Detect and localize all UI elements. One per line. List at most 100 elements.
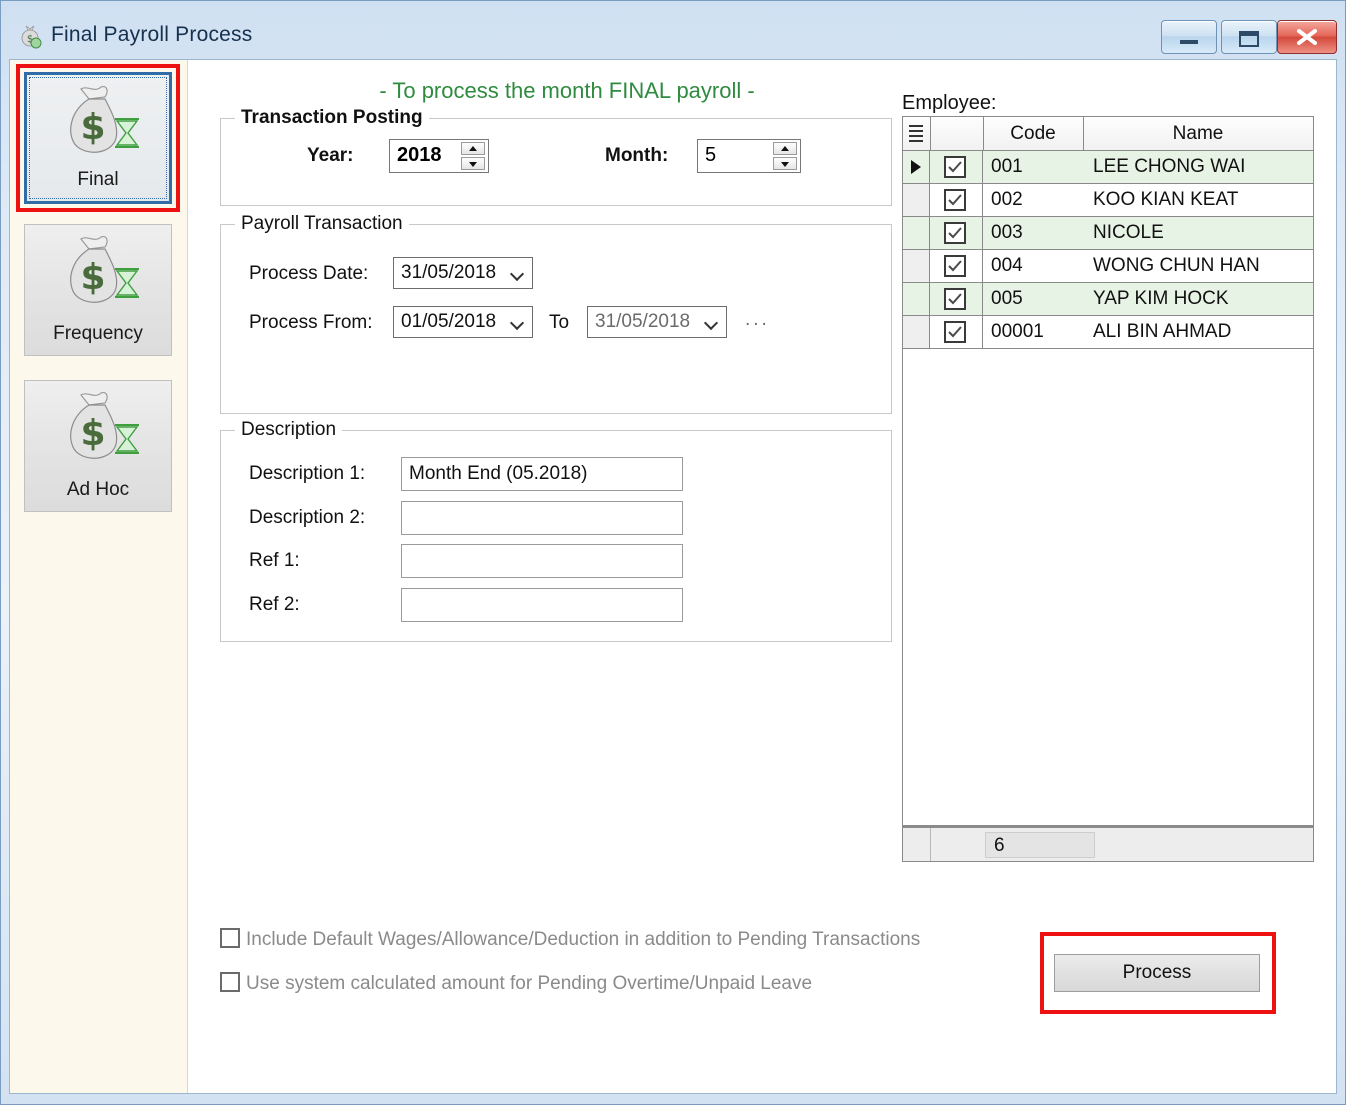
table-row[interactable]: 002 KOO KIAN KEAT <box>903 184 1313 217</box>
row-checkbox[interactable] <box>944 321 966 343</box>
cell-code: 003 <box>991 222 1023 244</box>
option-label: Include Default Wages/Allowance/Deductio… <box>246 929 920 950</box>
row-checkbox[interactable] <box>944 255 966 277</box>
option-checkbox[interactable] <box>220 972 240 992</box>
process-to-combo[interactable]: 31/05/2018 <box>587 306 727 338</box>
column-header-code[interactable]: Code <box>983 123 1083 145</box>
row-checkbox[interactable] <box>944 222 966 244</box>
employee-count-value: 6 <box>994 835 1005 857</box>
more-options-button[interactable]: ... <box>745 309 770 331</box>
transaction-posting-title: Transaction Posting <box>235 107 429 129</box>
year-value: 2018 <box>397 144 442 167</box>
column-chooser-icon[interactable] <box>909 125 925 143</box>
ref-1-input[interactable] <box>401 544 683 578</box>
row-select-cell[interactable] <box>930 217 983 249</box>
sidebar-item-label: Frequency <box>25 323 171 345</box>
year-increment-button[interactable] <box>461 142 485 155</box>
chevron-down-icon <box>512 318 524 326</box>
table-row[interactable]: 005 YAP KIM HOCK <box>903 283 1313 316</box>
row-indicator <box>903 184 930 216</box>
to-label: To <box>549 312 569 334</box>
row-select-cell[interactable] <box>930 151 983 183</box>
process-to-value: 31/05/2018 <box>595 311 690 333</box>
table-row[interactable]: 003 NICOLE <box>903 217 1313 250</box>
process-date-value: 31/05/2018 <box>401 262 496 284</box>
payroll-transaction-group: Payroll Transaction Process Date: 31/05/… <box>220 224 892 414</box>
cell-name: LEE CHONG WAI <box>1093 156 1245 178</box>
employee-grid[interactable]: Code Name 001 LEE CHONG WAI <box>902 116 1314 826</box>
process-date-label: Process Date: <box>249 263 368 285</box>
row-indicator <box>903 151 930 183</box>
option-use-system-calculated-amount[interactable]: Use system calculated amount for Pending… <box>220 972 812 995</box>
svg-text:$: $ <box>80 413 105 454</box>
description-group: Description Description 1: Month End (05… <box>220 430 892 642</box>
description-1-label: Description 1: <box>249 463 365 485</box>
cell-name: YAP KIM HOCK <box>1093 288 1229 310</box>
row-indicator <box>903 283 930 315</box>
table-row[interactable]: 004 WONG CHUN HAN <box>903 250 1313 283</box>
sidebar-item-frequency[interactable]: $ Frequency <box>24 224 172 356</box>
row-indicator <box>903 250 930 282</box>
year-label: Year: <box>307 145 353 167</box>
employee-grid-header: Code Name <box>903 117 1313 151</box>
row-select-cell[interactable] <box>930 184 983 216</box>
month-stepper-arrows[interactable] <box>773 142 797 170</box>
description-2-input[interactable] <box>401 501 683 535</box>
ref-2-input[interactable] <box>401 588 683 622</box>
svg-text:$: $ <box>80 257 105 298</box>
maximize-button[interactable] <box>1221 20 1277 54</box>
payroll-transaction-title: Payroll Transaction <box>235 213 409 235</box>
sidebar-item-ad-hoc[interactable]: $ Ad Hoc <box>24 380 172 512</box>
year-stepper[interactable]: 2018 <box>389 139 489 173</box>
row-select-cell[interactable] <box>930 316 983 348</box>
month-value: 5 <box>705 144 716 167</box>
client-area: $ Final $ Fr <box>9 59 1337 1094</box>
sidebar-item-final[interactable]: $ Final <box>24 72 172 204</box>
year-decrement-button[interactable] <box>461 157 485 170</box>
row-checkbox[interactable] <box>944 189 966 211</box>
description-1-value: Month End (05.2018) <box>409 463 588 485</box>
minimize-button[interactable] <box>1161 20 1217 54</box>
process-from-label: Process From: <box>249 312 373 334</box>
table-row[interactable]: 00001 ALI BIN AHMAD <box>903 316 1313 349</box>
column-header-name[interactable]: Name <box>1083 123 1313 145</box>
process-from-value: 01/05/2018 <box>401 311 496 333</box>
process-button[interactable]: Process <box>1054 954 1260 992</box>
process-from-combo[interactable]: 01/05/2018 <box>393 306 533 338</box>
ref-1-label: Ref 1: <box>249 550 300 572</box>
application-window: $ Final Payroll Process <box>0 0 1346 1105</box>
current-row-arrow-icon <box>911 160 921 174</box>
row-checkbox[interactable] <box>944 156 966 178</box>
main-panel: - To process the month FINAL payroll - T… <box>188 60 1336 1093</box>
money-bag-hourglass-icon: $ <box>51 389 145 473</box>
money-bag-icon: $ <box>17 23 43 49</box>
cell-name: KOO KIAN KEAT <box>1093 189 1238 211</box>
process-date-combo[interactable]: 31/05/2018 <box>393 257 533 289</box>
row-select-cell[interactable] <box>930 250 983 282</box>
sidebar: $ Final $ Fr <box>10 60 188 1093</box>
employee-label: Employee: <box>902 92 997 115</box>
ref-2-label: Ref 2: <box>249 594 300 616</box>
cell-name: ALI BIN AHMAD <box>1093 321 1231 343</box>
money-bag-hourglass-icon: $ <box>51 233 145 317</box>
option-include-default-wages[interactable]: Include Default Wages/Allowance/Deductio… <box>220 928 920 951</box>
cell-code: 004 <box>991 255 1023 277</box>
sidebar-item-label: Ad Hoc <box>25 479 171 501</box>
title-bar: $ Final Payroll Process <box>1 1 1345 63</box>
month-stepper[interactable]: 5 <box>697 139 801 173</box>
row-checkbox[interactable] <box>944 288 966 310</box>
row-select-cell[interactable] <box>930 283 983 315</box>
close-button[interactable] <box>1277 20 1337 54</box>
description-1-input[interactable]: Month End (05.2018) <box>401 457 683 491</box>
employee-grid-footer: 6 <box>902 826 1314 862</box>
month-decrement-button[interactable] <box>773 157 797 170</box>
option-checkbox[interactable] <box>220 928 240 948</box>
cell-name: NICOLE <box>1093 222 1164 244</box>
cell-code: 005 <box>991 288 1023 310</box>
table-row[interactable]: 001 LEE CHONG WAI <box>903 151 1313 184</box>
month-increment-button[interactable] <box>773 142 797 155</box>
window-title: Final Payroll Process <box>51 23 252 47</box>
cell-name: WONG CHUN HAN <box>1093 255 1260 277</box>
year-stepper-arrows[interactable] <box>461 142 485 170</box>
process-button-label: Process <box>1055 962 1259 984</box>
